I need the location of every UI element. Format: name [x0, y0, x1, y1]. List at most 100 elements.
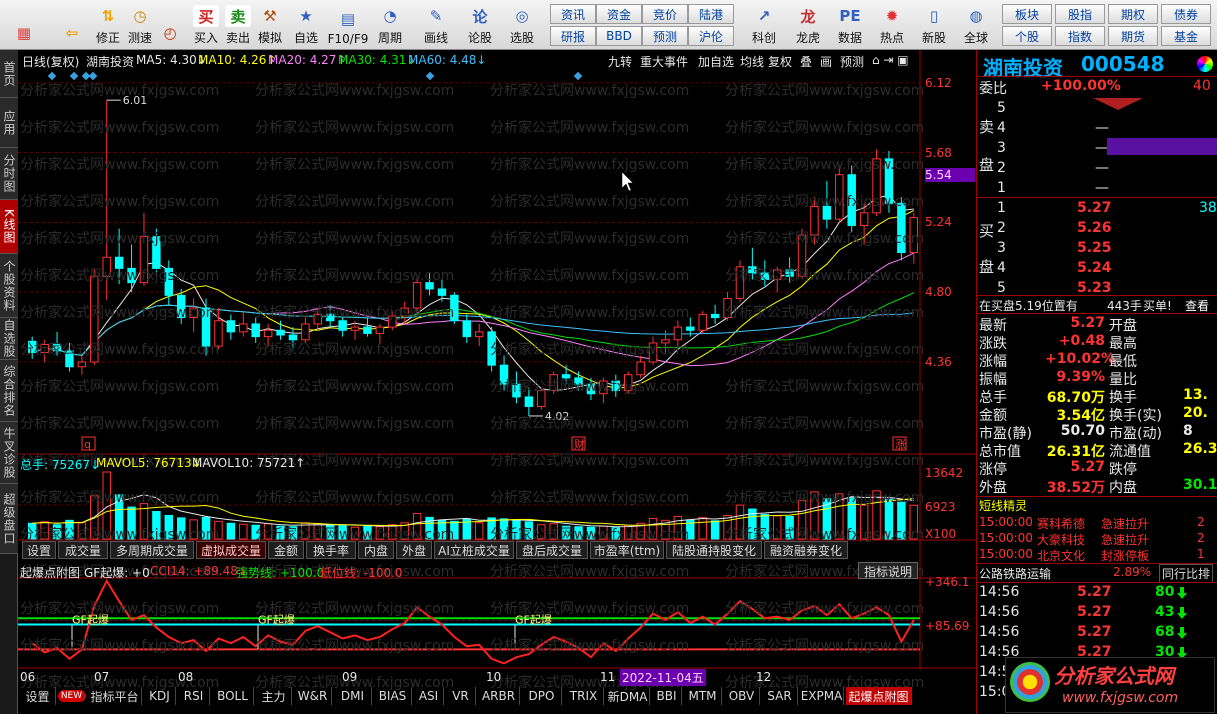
toolbar-button-2[interactable]: ⇅ 修正 — [92, 2, 124, 48]
quick-button-期货[interactable]: 期货 — [1108, 26, 1158, 46]
toolbar-button-9[interactable]: ▤ F10/F9 — [328, 2, 369, 48]
bottom-tab-ARBR[interactable]: ARBR — [478, 687, 520, 705]
toolbar-button2-1[interactable]: 龙龙虎 — [788, 2, 828, 48]
toolbar-button-6[interactable]: 卖卖出 — [222, 2, 254, 48]
sub-tab-成交量[interactable]: 成交量 — [58, 541, 108, 559]
bottom-tab-VR[interactable]: VR — [446, 687, 476, 705]
toolbar-button-4[interactable]: ◴ — [154, 2, 186, 48]
quick-button-研报[interactable]: 研报 — [550, 26, 596, 46]
marker-mark_q[interactable]: q — [84, 438, 91, 451]
collapse-chevron-icon[interactable] — [1093, 98, 1143, 110]
quick-button-沪伦[interactable]: 沪伦 — [688, 26, 734, 46]
quick-button-资讯[interactable]: 资讯 — [550, 4, 596, 24]
toolbar-button-5[interactable]: 买买入 — [190, 2, 222, 48]
bottom-tab-EXPMA[interactable]: EXPMA — [800, 687, 844, 705]
quick-button-BBD[interactable]: BBD — [596, 26, 642, 46]
quick-button-债券[interactable]: 债券 — [1161, 4, 1211, 24]
chart-tool-画[interactable]: 画 — [820, 53, 832, 70]
quick-button-竞价[interactable]: 竞价 — [642, 4, 688, 24]
sub-tab-内盘[interactable]: 内盘 — [358, 541, 394, 559]
bottom-tab-SAR[interactable]: SAR — [762, 687, 798, 705]
quick-button-预测[interactable]: 预测 — [642, 26, 688, 46]
bottom-tab-TRIX[interactable]: TRIX — [564, 687, 604, 705]
quick-button-板块[interactable]: 板块 — [1002, 4, 1052, 24]
left-tab-K线图[interactable]: K线图 — [0, 200, 18, 254]
toolbar-button-3[interactable]: ◷ 测速 — [124, 2, 156, 48]
sub-tab-换手率[interactable]: 换手率 — [306, 541, 356, 559]
indicator-help-button[interactable]: 指标说明 — [858, 562, 918, 579]
bottom-tab-NEW[interactable]: NEW — [58, 690, 86, 702]
sub-tab-融资融券变化[interactable]: 融资融券变化 — [764, 541, 848, 559]
toolbar-button2-5[interactable]: ◍ 全球 — [956, 2, 996, 48]
marker-mark_zhang[interactable]: 涨 — [895, 438, 906, 451]
sub-tab-金额[interactable]: 金额 — [268, 541, 304, 559]
chart-tool-叠[interactable]: 叠 — [800, 53, 812, 70]
month-label: 08 — [178, 670, 194, 684]
left-tab-个股资料[interactable]: 个股资料 — [0, 254, 18, 318]
sub-tab-盘后成交量[interactable]: 盘后成交量 — [516, 541, 588, 559]
sub-tab-陆股通持股变化[interactable]: 陆股通持股变化 — [666, 541, 762, 559]
toolbar-button2-0[interactable]: ↗ 科创 — [744, 2, 784, 48]
chart-tool-加自选[interactable]: 加自选 — [698, 53, 734, 70]
compare-button[interactable]: 同行比排 — [1159, 564, 1214, 583]
chart-period: 日线(复权) — [22, 55, 80, 69]
chart-tool-复权[interactable]: 复权 — [768, 53, 792, 70]
bottom-tab-BOLL[interactable]: BOLL — [212, 687, 254, 705]
chart-tool-预测[interactable]: 预测 — [840, 53, 864, 70]
quick-button-基金[interactable]: 基金 — [1161, 26, 1211, 46]
left-tab-首页[interactable]: 首页 — [0, 50, 18, 98]
toolbar-button-8[interactable]: ★ 自选 — [290, 2, 322, 48]
bottom-tab-主力[interactable]: 主力 — [256, 687, 292, 705]
bottom-tab-OBV[interactable]: OBV — [724, 687, 760, 705]
sub-tab-设置[interactable]: 设置 — [22, 541, 56, 559]
quote-value: 50.70 — [1060, 423, 1105, 439]
sub-tab-AI立桩成交量[interactable]: AI立桩成交量 — [434, 541, 514, 559]
left-tab-应用[interactable]: 应用 — [0, 98, 18, 148]
quick-button-指数[interactable]: 指数 — [1055, 26, 1105, 46]
quick-button-股指[interactable]: 股指 — [1055, 4, 1105, 24]
toolbar-button-0[interactable]: ▦ — [4, 2, 44, 48]
bottom-tab-设置[interactable]: 设置 — [20, 687, 56, 705]
notice-view-link[interactable]: 查看 — [1185, 297, 1209, 314]
toolbar-button-11[interactable]: ✎ 画线 — [420, 2, 452, 48]
bottom-tab-W&R[interactable]: W&R — [294, 687, 332, 705]
toolbar-button2-2[interactable]: PE 数据 — [830, 2, 870, 48]
bottom-tab-MTM[interactable]: MTM — [684, 687, 722, 705]
toolbar-button-12[interactable]: 论论股 — [464, 2, 496, 48]
toolbar-button-1[interactable]: ⇦ — [52, 2, 92, 48]
quick-button-期权[interactable]: 期权 — [1108, 4, 1158, 24]
bottom-tab-ASI[interactable]: ASI — [414, 687, 444, 705]
sub-tab-外盘[interactable]: 外盘 — [396, 541, 432, 559]
toolbar-button-13[interactable]: ◎ 选股 — [506, 2, 538, 48]
bottom-tab-指标平台[interactable]: 指标平台 — [88, 687, 142, 705]
toolbar-button-10[interactable]: ◔ 周期 — [374, 2, 406, 48]
bottom-tab-BIAS[interactable]: BIAS — [374, 687, 412, 705]
quick-button-个股[interactable]: 个股 — [1002, 26, 1052, 46]
left-tab-自选股[interactable]: 自选股 — [0, 318, 18, 360]
bottom-tab-起爆点附图[interactable]: 起爆点附图 — [846, 687, 912, 705]
right-top-icon[interactable] — [1197, 56, 1213, 72]
left-tab-综合排名[interactable]: 综合排名 — [0, 360, 18, 422]
bottom-tab-RSI[interactable]: RSI — [178, 687, 210, 705]
toolbar-button-7[interactable]: ⚒ 模拟 — [254, 2, 286, 48]
sub-tab-多周期成交量[interactable]: 多周期成交量 — [110, 541, 194, 559]
bottom-tab-KDJ[interactable]: KDJ — [144, 687, 176, 705]
toolbar-button2-3[interactable]: ✹ 热点 — [872, 2, 912, 48]
left-tab-超级盘口[interactable]: 超级盘口 — [0, 484, 18, 554]
toolbar-button2-4[interactable]: ▯ 新股 — [914, 2, 954, 48]
sub-tab-市盈率(ttm)[interactable]: 市盈率(ttm) — [590, 541, 664, 559]
quick-button-陆港[interactable]: 陆港 — [688, 4, 734, 24]
sub-tab-虚拟成交量[interactable]: 虚拟成交量 — [196, 541, 266, 559]
chart-tool-均线[interactable]: 均线 — [740, 53, 764, 70]
bottom-tab-DMI[interactable]: DMI — [334, 687, 372, 705]
chart-window-icons[interactable]: ⌂ ⇥ ▣ — [872, 53, 909, 67]
chart-tool-九转[interactable]: 九转 — [608, 53, 632, 70]
chart-tool-重大事件[interactable]: 重大事件 — [640, 53, 688, 70]
left-tab-分时图[interactable]: 分时图 — [0, 148, 18, 200]
bottom-tab-DPO[interactable]: DPO — [522, 687, 562, 705]
bottom-tab-新DMA[interactable]: 新DMA — [606, 687, 650, 705]
bottom-tab-BBI[interactable]: BBI — [652, 687, 682, 705]
left-tab-牛叉诊股[interactable]: 牛叉诊股 — [0, 422, 18, 484]
marker-mark_cai[interactable]: 财 — [574, 437, 585, 451]
quick-button-资金[interactable]: 资金 — [596, 4, 642, 24]
